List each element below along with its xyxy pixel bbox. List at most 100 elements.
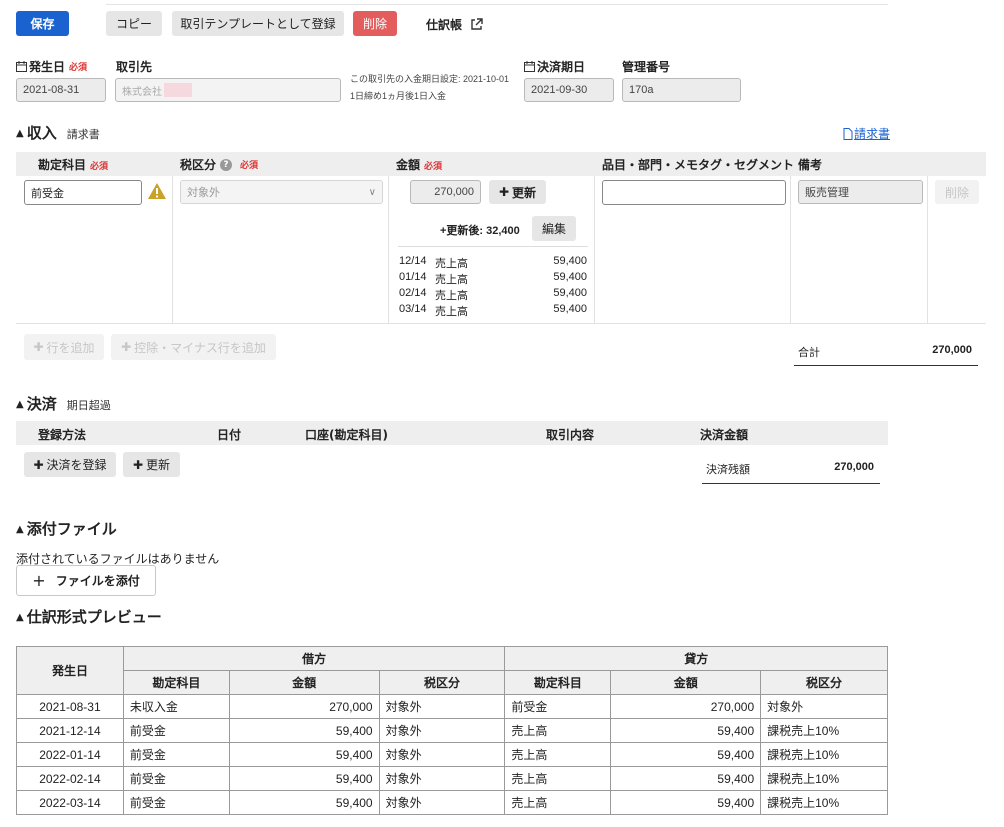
issue-date-label: 発生日 必須 bbox=[16, 58, 87, 75]
preview-cell-c-acc: 前受金 bbox=[504, 694, 612, 719]
settlement-header-row bbox=[16, 421, 888, 445]
preview-section-title[interactable]: ▲ 仕訳形式プレビュー bbox=[16, 606, 162, 627]
preview-cell-d-amt: 270,000 bbox=[228, 694, 380, 719]
preview-cell-c-tax: 課税売上10% bbox=[760, 790, 888, 815]
column-divider bbox=[388, 176, 389, 323]
preview-debit-tax-header: 税区分 bbox=[378, 670, 506, 695]
partner-note-2: 1日締め1ヵ月後1日入金 bbox=[350, 91, 447, 101]
table-row: 2022-03-14 前受金 59,400 対象外 売上高 59,400 課税売上10% bbox=[16, 790, 888, 815]
update-button[interactable]: ✚ 更新 bbox=[489, 180, 546, 204]
total-value: 270,000 bbox=[932, 344, 972, 356]
preview-cell-d-amt: 59,400 bbox=[228, 790, 380, 815]
schedule-account: 売上高 bbox=[435, 306, 468, 318]
tax-select[interactable]: 対象外 ∨ bbox=[180, 180, 383, 204]
partner-label: 取引先 bbox=[116, 60, 153, 74]
add-minus-row-button[interactable]: ✚ 控除・マイナス行を追加 bbox=[111, 334, 276, 360]
journal-preview-table: 発生日 借方 貸方 勘定科目 金額 税区分 勘定科目 金額 税区分 2021-0… bbox=[16, 646, 888, 815]
amount-input[interactable]: 270,000 bbox=[410, 180, 481, 204]
note-input[interactable]: 販売管理 bbox=[798, 180, 923, 204]
preview-cell-d-tax: 対象外 bbox=[378, 790, 506, 815]
schedule-account: 売上高 bbox=[435, 258, 468, 270]
copy-button[interactable]: コピー bbox=[106, 11, 162, 36]
schedule-amount: 59,400 bbox=[553, 271, 587, 283]
preview-debit-header: 借方 bbox=[122, 646, 506, 671]
settlement-section-title[interactable]: ▲ 決済 期日超過 bbox=[16, 393, 111, 414]
schedule-divider bbox=[398, 246, 588, 247]
balance-label: 決済残額 bbox=[706, 464, 750, 476]
delete-button[interactable]: 削除 bbox=[353, 11, 397, 36]
schedule-item: 12/14 売上高 59,400 bbox=[399, 255, 587, 271]
settlement-update-button[interactable]: ✚ 更新 bbox=[123, 452, 180, 477]
schedule-date: 03/14 bbox=[399, 303, 427, 315]
preview-cell-date: 2022-01-14 bbox=[16, 742, 124, 767]
plus-icon: + bbox=[32, 571, 46, 590]
preview-cell-c-amt: 59,400 bbox=[610, 766, 762, 791]
chevron-down-icon: ∨ bbox=[368, 186, 376, 198]
due-date-input[interactable]: 2021-09-30 bbox=[524, 78, 614, 102]
invoice-link[interactable]: 請求書 bbox=[843, 125, 890, 142]
add-row-button[interactable]: ✚ 行を追加 bbox=[24, 334, 104, 360]
preview-debit-account-header: 勘定科目 bbox=[122, 670, 230, 695]
account-input[interactable]: 前受金 bbox=[24, 180, 142, 205]
document-icon bbox=[843, 127, 853, 140]
help-icon[interactable]: ? bbox=[220, 158, 233, 171]
preview-cell-c-tax: 課税売上10% bbox=[760, 718, 888, 743]
balance-underline bbox=[702, 483, 880, 484]
preview-cell-date: 2022-03-14 bbox=[16, 790, 124, 815]
column-divider bbox=[172, 176, 173, 323]
register-settlement-button[interactable]: ✚ 決済を登録 bbox=[24, 452, 116, 477]
partner-input[interactable]: 株式会社 bbox=[115, 78, 341, 102]
income-section-title[interactable]: ▲ 収入 請求書 bbox=[16, 122, 100, 143]
schedule-item: 02/14 売上高 59,400 bbox=[399, 287, 587, 303]
preview-cell-d-tax: 対象外 bbox=[378, 718, 506, 743]
chevron-up-icon: ▲ bbox=[16, 612, 24, 623]
journal-link[interactable]: 仕訳帳 bbox=[426, 16, 483, 33]
preview-credit-account-header: 勘定科目 bbox=[504, 670, 612, 695]
preview-cell-d-acc: 未収入金 bbox=[122, 694, 230, 719]
item-input[interactable] bbox=[602, 180, 786, 205]
table-row: 2022-01-14 前受金 59,400 対象外 売上高 59,400 課税売上10% bbox=[16, 742, 888, 767]
schedule-item: 01/14 売上高 59,400 bbox=[399, 271, 587, 287]
save-button[interactable]: 保存 bbox=[16, 11, 69, 36]
income-header-row bbox=[16, 152, 986, 176]
column-divider bbox=[927, 176, 928, 323]
edit-button[interactable]: 編集 bbox=[532, 216, 576, 241]
preview-cell-d-acc: 前受金 bbox=[122, 790, 230, 815]
balance-value: 270,000 bbox=[834, 461, 874, 473]
schedule-amount: 59,400 bbox=[553, 255, 587, 267]
settlement-subtitle: 期日超過 bbox=[66, 399, 111, 412]
top-divider bbox=[106, 4, 888, 5]
schedule-account: 売上高 bbox=[435, 274, 468, 286]
required-badge: 必須 bbox=[69, 63, 88, 73]
issue-date-input[interactable]: 2021-08-31 bbox=[16, 78, 106, 102]
settle-account-column-header: 口座(勘定科目) bbox=[305, 428, 388, 442]
preview-cell-d-tax: 対象外 bbox=[378, 694, 506, 719]
attachment-section-title[interactable]: ▲ 添付ファイル bbox=[16, 518, 117, 539]
preview-cell-c-tax: 課税売上10% bbox=[760, 766, 888, 791]
schedule-amount: 59,400 bbox=[553, 287, 587, 299]
after-update-text: +更新後: 32,400 bbox=[440, 225, 520, 237]
preview-cell-c-amt: 59,400 bbox=[610, 718, 762, 743]
schedule-item: 03/14 売上高 59,400 bbox=[399, 303, 587, 319]
row-delete-button[interactable]: 削除 bbox=[935, 180, 979, 204]
schedule-amount: 59,400 bbox=[553, 303, 587, 315]
save-as-template-button[interactable]: 取引テンプレートとして登録 bbox=[172, 11, 344, 36]
schedule-date: 01/14 bbox=[399, 271, 427, 283]
preview-cell-c-amt: 270,000 bbox=[610, 694, 762, 719]
due-date-label: 決済期日 bbox=[524, 58, 585, 75]
preview-cell-c-amt: 59,400 bbox=[610, 742, 762, 767]
settle-amount-column-header: 決済金額 bbox=[700, 428, 749, 442]
table-row: 2021-12-14 前受金 59,400 対象外 売上高 59,400 課税売上10% bbox=[16, 718, 888, 743]
preview-cell-d-amt: 59,400 bbox=[228, 742, 380, 767]
table-row: 2021-08-31 未収入金 270,000 対象外 前受金 270,000 対象外 bbox=[16, 694, 888, 719]
column-divider bbox=[790, 176, 791, 323]
account-column-header: 勘定科目 必須 bbox=[38, 158, 109, 172]
add-attachment-button[interactable]: + ファイルを添付 bbox=[16, 565, 156, 596]
preview-cell-date: 2022-02-14 bbox=[16, 766, 124, 791]
ref-number-input[interactable]: 170a bbox=[622, 78, 741, 102]
preview-cell-c-tax: 課税売上10% bbox=[760, 742, 888, 767]
preview-cell-d-amt: 59,400 bbox=[228, 718, 380, 743]
chevron-up-icon: ▲ bbox=[16, 524, 24, 535]
external-link-icon bbox=[470, 18, 483, 31]
partner-value: 株式会社 bbox=[122, 86, 162, 98]
